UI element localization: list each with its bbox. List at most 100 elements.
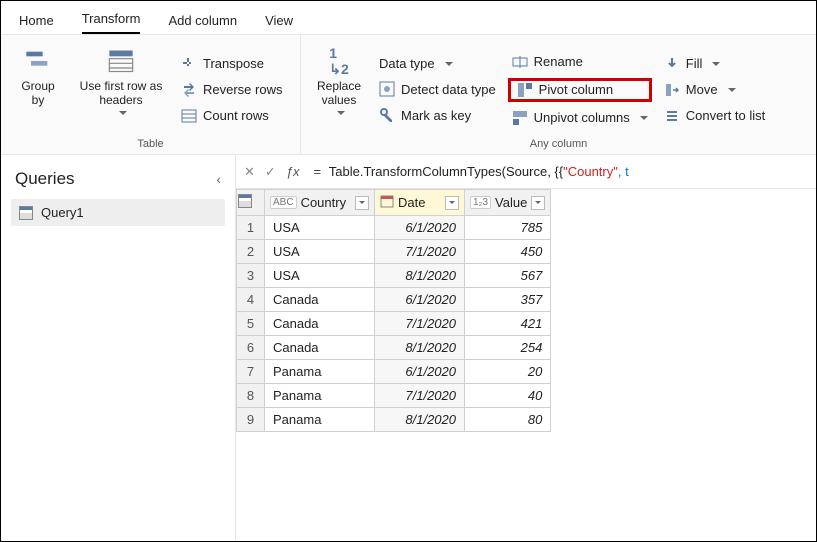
cell-date[interactable]: 8/1/2020 (375, 408, 465, 432)
cell-value[interactable]: 357 (465, 288, 551, 312)
table-row[interactable]: 9Panama8/1/202080 (237, 408, 551, 432)
cell-country[interactable]: Canada (265, 336, 375, 360)
cell-date[interactable]: 7/1/2020 (375, 240, 465, 264)
row-number[interactable]: 1 (237, 216, 265, 240)
unpivot-columns-button[interactable]: Unpivot columns (508, 108, 652, 128)
cell-country[interactable]: Canada (265, 288, 375, 312)
column-header-date[interactable]: Date (375, 190, 465, 216)
replace-values-button[interactable]: 1↳2 Replace values (311, 43, 367, 136)
formula-bar: ✕ ✓ ƒx = Table.TransformColumnTypes(Sour… (236, 155, 816, 189)
cell-date[interactable]: 6/1/2020 (375, 360, 465, 384)
count-rows-button[interactable]: Count rows (177, 106, 286, 126)
table-row[interactable]: 1USA6/1/2020785 (237, 216, 551, 240)
row-number[interactable]: 6 (237, 336, 265, 360)
filter-value-button[interactable] (531, 196, 545, 210)
table-row[interactable]: 2USA7/1/2020450 (237, 240, 551, 264)
group-by-icon (22, 45, 54, 77)
cell-value[interactable]: 450 (465, 240, 551, 264)
row-number[interactable]: 4 (237, 288, 265, 312)
query-item-query1[interactable]: Query1 (11, 199, 225, 226)
cell-value[interactable]: 567 (465, 264, 551, 288)
formula-fn: Table.TransformColumnTypes(Source, {{ (329, 164, 563, 179)
table-row[interactable]: 5Canada7/1/2020421 (237, 312, 551, 336)
table-row[interactable]: 8Panama7/1/202040 (237, 384, 551, 408)
accept-formula-button[interactable]: ✓ (265, 164, 276, 180)
rename-button[interactable]: Rename (508, 52, 652, 72)
cell-date[interactable]: 8/1/2020 (375, 336, 465, 360)
mark-as-key-button[interactable]: Mark as key (375, 105, 500, 125)
cell-value[interactable]: 421 (465, 312, 551, 336)
data-type-label: Data type (379, 56, 435, 71)
main-area: Queries ‹ Query1 ✕ ✓ ƒx = Table.Transfor… (1, 155, 816, 541)
detect-data-type-button[interactable]: Detect data type (375, 79, 500, 99)
cell-country[interactable]: USA (265, 216, 375, 240)
content-area: ✕ ✓ ƒx = Table.TransformColumnTypes(Sour… (236, 155, 816, 541)
cell-date[interactable]: 6/1/2020 (375, 288, 465, 312)
tab-view[interactable]: View (265, 13, 293, 34)
row-number[interactable]: 7 (237, 360, 265, 384)
data-table: ABC Country Date (236, 189, 551, 432)
cancel-formula-button[interactable]: ✕ (244, 164, 255, 180)
row-number[interactable]: 3 (237, 264, 265, 288)
cell-value[interactable]: 20 (465, 360, 551, 384)
column-header-country[interactable]: ABC Country (265, 190, 375, 216)
pivot-column-button[interactable]: Pivot column (513, 80, 617, 100)
transpose-button[interactable]: Transpose (177, 54, 286, 74)
use-first-row-label: Use first row as headers (80, 79, 163, 107)
ribbon-group-table: Group by Use first row as headers Transp… (1, 35, 301, 154)
grid-corner[interactable] (237, 190, 265, 216)
cell-value[interactable]: 254 (465, 336, 551, 360)
queries-header: Queries ‹ (11, 163, 225, 199)
mark-as-key-label: Mark as key (401, 108, 471, 123)
formula-eq: = (314, 164, 325, 179)
row-number[interactable]: 2 (237, 240, 265, 264)
row-number[interactable]: 9 (237, 408, 265, 432)
table-row[interactable]: 3USA8/1/2020567 (237, 264, 551, 288)
data-type-button[interactable]: Data type (375, 54, 500, 73)
cell-date[interactable]: 7/1/2020 (375, 312, 465, 336)
cell-country[interactable]: Canada (265, 312, 375, 336)
convert-to-list-button[interactable]: Convert to list (660, 106, 769, 126)
cell-country[interactable]: Panama (265, 384, 375, 408)
replace-values-label: Replace values (317, 79, 361, 107)
use-first-row-headers-button[interactable]: Use first row as headers (73, 43, 169, 136)
move-icon (664, 82, 680, 98)
column-header-country-label: Country (301, 195, 347, 210)
move-button[interactable]: Move (660, 80, 769, 100)
cell-date[interactable]: 6/1/2020 (375, 216, 465, 240)
type-text-icon: ABC (270, 196, 297, 209)
move-label: Move (686, 82, 718, 97)
cell-country[interactable]: USA (265, 264, 375, 288)
filter-country-button[interactable] (355, 196, 369, 210)
row-number[interactable]: 8 (237, 384, 265, 408)
table-row[interactable]: 6Canada8/1/2020254 (237, 336, 551, 360)
tab-add-column[interactable]: Add column (168, 13, 237, 34)
transpose-label: Transpose (203, 56, 264, 71)
table-row[interactable]: 7Panama6/1/202020 (237, 360, 551, 384)
cell-country[interactable]: Panama (265, 408, 375, 432)
row-number[interactable]: 5 (237, 312, 265, 336)
reverse-rows-button[interactable]: Reverse rows (177, 80, 286, 100)
cell-date[interactable]: 7/1/2020 (375, 384, 465, 408)
cell-country[interactable]: Panama (265, 360, 375, 384)
pivot-column-highlight: Pivot column (508, 78, 652, 102)
queries-collapse-button[interactable]: ‹ (216, 171, 221, 187)
cell-country[interactable]: USA (265, 240, 375, 264)
ribbon-group-table-label: Table (11, 136, 290, 152)
column-header-value-label: Value (495, 195, 527, 210)
group-by-button[interactable]: Group by (11, 43, 65, 136)
grid-corner-icon (238, 194, 252, 208)
column-header-value[interactable]: 1₂3 Value (465, 190, 551, 216)
tab-home[interactable]: Home (19, 13, 54, 34)
fill-button[interactable]: Fill (660, 54, 769, 74)
cell-value[interactable]: 785 (465, 216, 551, 240)
filter-date-button[interactable] (445, 196, 459, 210)
formula-text[interactable]: = Table.TransformColumnTypes(Source, {{"… (310, 164, 629, 179)
tab-transform[interactable]: Transform (82, 11, 141, 34)
query-item-label: Query1 (41, 205, 84, 220)
cell-date[interactable]: 8/1/2020 (375, 264, 465, 288)
cell-value[interactable]: 80 (465, 408, 551, 432)
queries-title: Queries (15, 169, 75, 189)
table-row[interactable]: 4Canada6/1/2020357 (237, 288, 551, 312)
cell-value[interactable]: 40 (465, 384, 551, 408)
